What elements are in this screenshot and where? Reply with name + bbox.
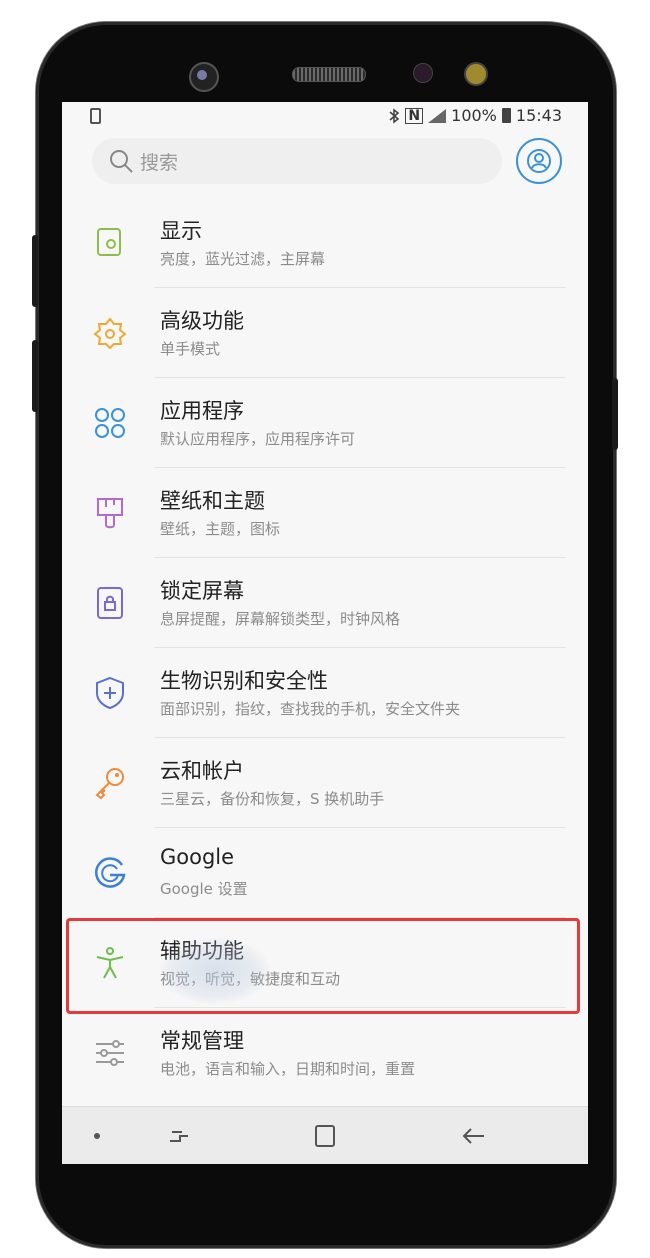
lock-screen-icon: [97, 587, 123, 619]
settings-item-apps[interactable]: 应用程序 默认应用程序，应用程序许可: [62, 378, 588, 468]
settings-item-google[interactable]: Google Google 设置: [62, 828, 588, 918]
item-title: Google: [160, 845, 235, 869]
settings-item-accessibility[interactable]: 辅助功能 视觉，听觉，敏捷度和互动: [62, 918, 588, 1008]
item-subtitle: 单手模式: [160, 340, 221, 358]
volume-down-button: [32, 340, 38, 412]
wallpaper-brush-icon: [97, 498, 123, 529]
google-icon: [95, 857, 126, 888]
settings-item-display[interactable]: 显示 亮度，蓝光过滤，主屏幕: [62, 198, 588, 288]
account-button[interactable]: [516, 138, 562, 184]
search-icon: [110, 150, 133, 173]
settings-item-cloud-accounts[interactable]: 云和帐户 三星云，备份和恢复，S 换机助手: [62, 738, 588, 828]
search-field[interactable]: 搜索: [92, 138, 502, 184]
key-icon: [95, 768, 124, 800]
item-subtitle: 亮度，蓝光过滤，主屏幕: [160, 250, 326, 268]
clock: 15:43: [515, 106, 562, 125]
settings-list: 显示 亮度，蓝光过滤，主屏幕 高级功能 单手模式 应用程序 默认应用程序，应用程…: [62, 198, 588, 1098]
battery-icon: [501, 108, 511, 123]
sliders-icon: [96, 1040, 124, 1066]
item-subtitle: Google 设置: [160, 880, 248, 898]
screen: N 100% 15:43 搜索 显示 亮度，蓝光过滤，主屏幕 高级功能 单手模式: [62, 102, 588, 1164]
status-bar: N 100% 15:43: [62, 102, 588, 132]
settings-item-biometrics-security[interactable]: 生物识别和安全性 面部识别，指纹，查找我的手机，安全文件夹: [62, 648, 588, 738]
accessibility-icon: [96, 947, 124, 979]
item-subtitle: 息屏提醒，屏幕解锁类型，时钟风格: [160, 610, 401, 628]
item-title: 云和帐户: [160, 759, 244, 783]
settings-item-advanced-features[interactable]: 高级功能 单手模式: [62, 288, 588, 378]
account-icon: [527, 149, 551, 173]
display-icon: [97, 228, 121, 256]
search-placeholder: 搜索: [140, 151, 179, 174]
search-row: 搜索: [62, 132, 588, 198]
item-title: 显示: [160, 219, 202, 243]
nfc-icon: N: [405, 107, 424, 124]
item-subtitle: 壁纸，主题，图标: [160, 520, 281, 538]
item-subtitle: 三星云，备份和恢复，S 换机助手: [160, 790, 385, 808]
item-title: 壁纸和主题: [160, 489, 265, 513]
item-title: 锁定屏幕: [160, 579, 244, 603]
front-camera-lens-icon: [197, 70, 207, 80]
settings-item-lock-screen[interactable]: 锁定屏幕 息屏提醒，屏幕解锁类型，时钟风格: [62, 558, 588, 648]
touch-ripple: [160, 938, 270, 1004]
apps-icon: [95, 408, 125, 438]
home-button[interactable]: [310, 1121, 340, 1151]
bluetooth-icon: [389, 107, 400, 124]
volume-up-button: [32, 235, 38, 307]
signal-icon: [428, 108, 447, 123]
item-title: 高级功能: [160, 309, 244, 333]
power-button: [612, 378, 618, 450]
notification-icon: [90, 108, 101, 124]
item-title: 应用程序: [160, 399, 244, 423]
item-title: 常规管理: [160, 1029, 244, 1053]
battery-percent: 100%: [451, 106, 497, 125]
navigation-bar: [62, 1106, 588, 1164]
shield-icon: [96, 676, 124, 710]
item-subtitle: 面部识别，指纹，查找我的手机，安全文件夹: [160, 700, 461, 718]
proximity-sensor-icon: [413, 63, 433, 83]
settings-item-general-management[interactable]: 常规管理 电池，语言和输入，日期和时间，重置: [62, 1008, 588, 1098]
item-subtitle: 默认应用程序，应用程序许可: [160, 430, 356, 448]
item-subtitle: 电池，语言和输入，日期和时间，重置: [160, 1060, 416, 1078]
dot-icon: [94, 1133, 100, 1139]
flash-icon: [464, 62, 488, 86]
earpiece-speaker: [292, 67, 366, 82]
item-title: 生物识别和安全性: [160, 669, 328, 693]
back-button[interactable]: [458, 1121, 488, 1151]
settings-item-wallpaper-themes[interactable]: 壁纸和主题 壁纸，主题，图标: [62, 468, 588, 558]
recent-apps-button[interactable]: [164, 1121, 194, 1151]
advanced-features-icon: [93, 317, 127, 350]
status-icons: N 100% 15:43: [388, 106, 562, 125]
